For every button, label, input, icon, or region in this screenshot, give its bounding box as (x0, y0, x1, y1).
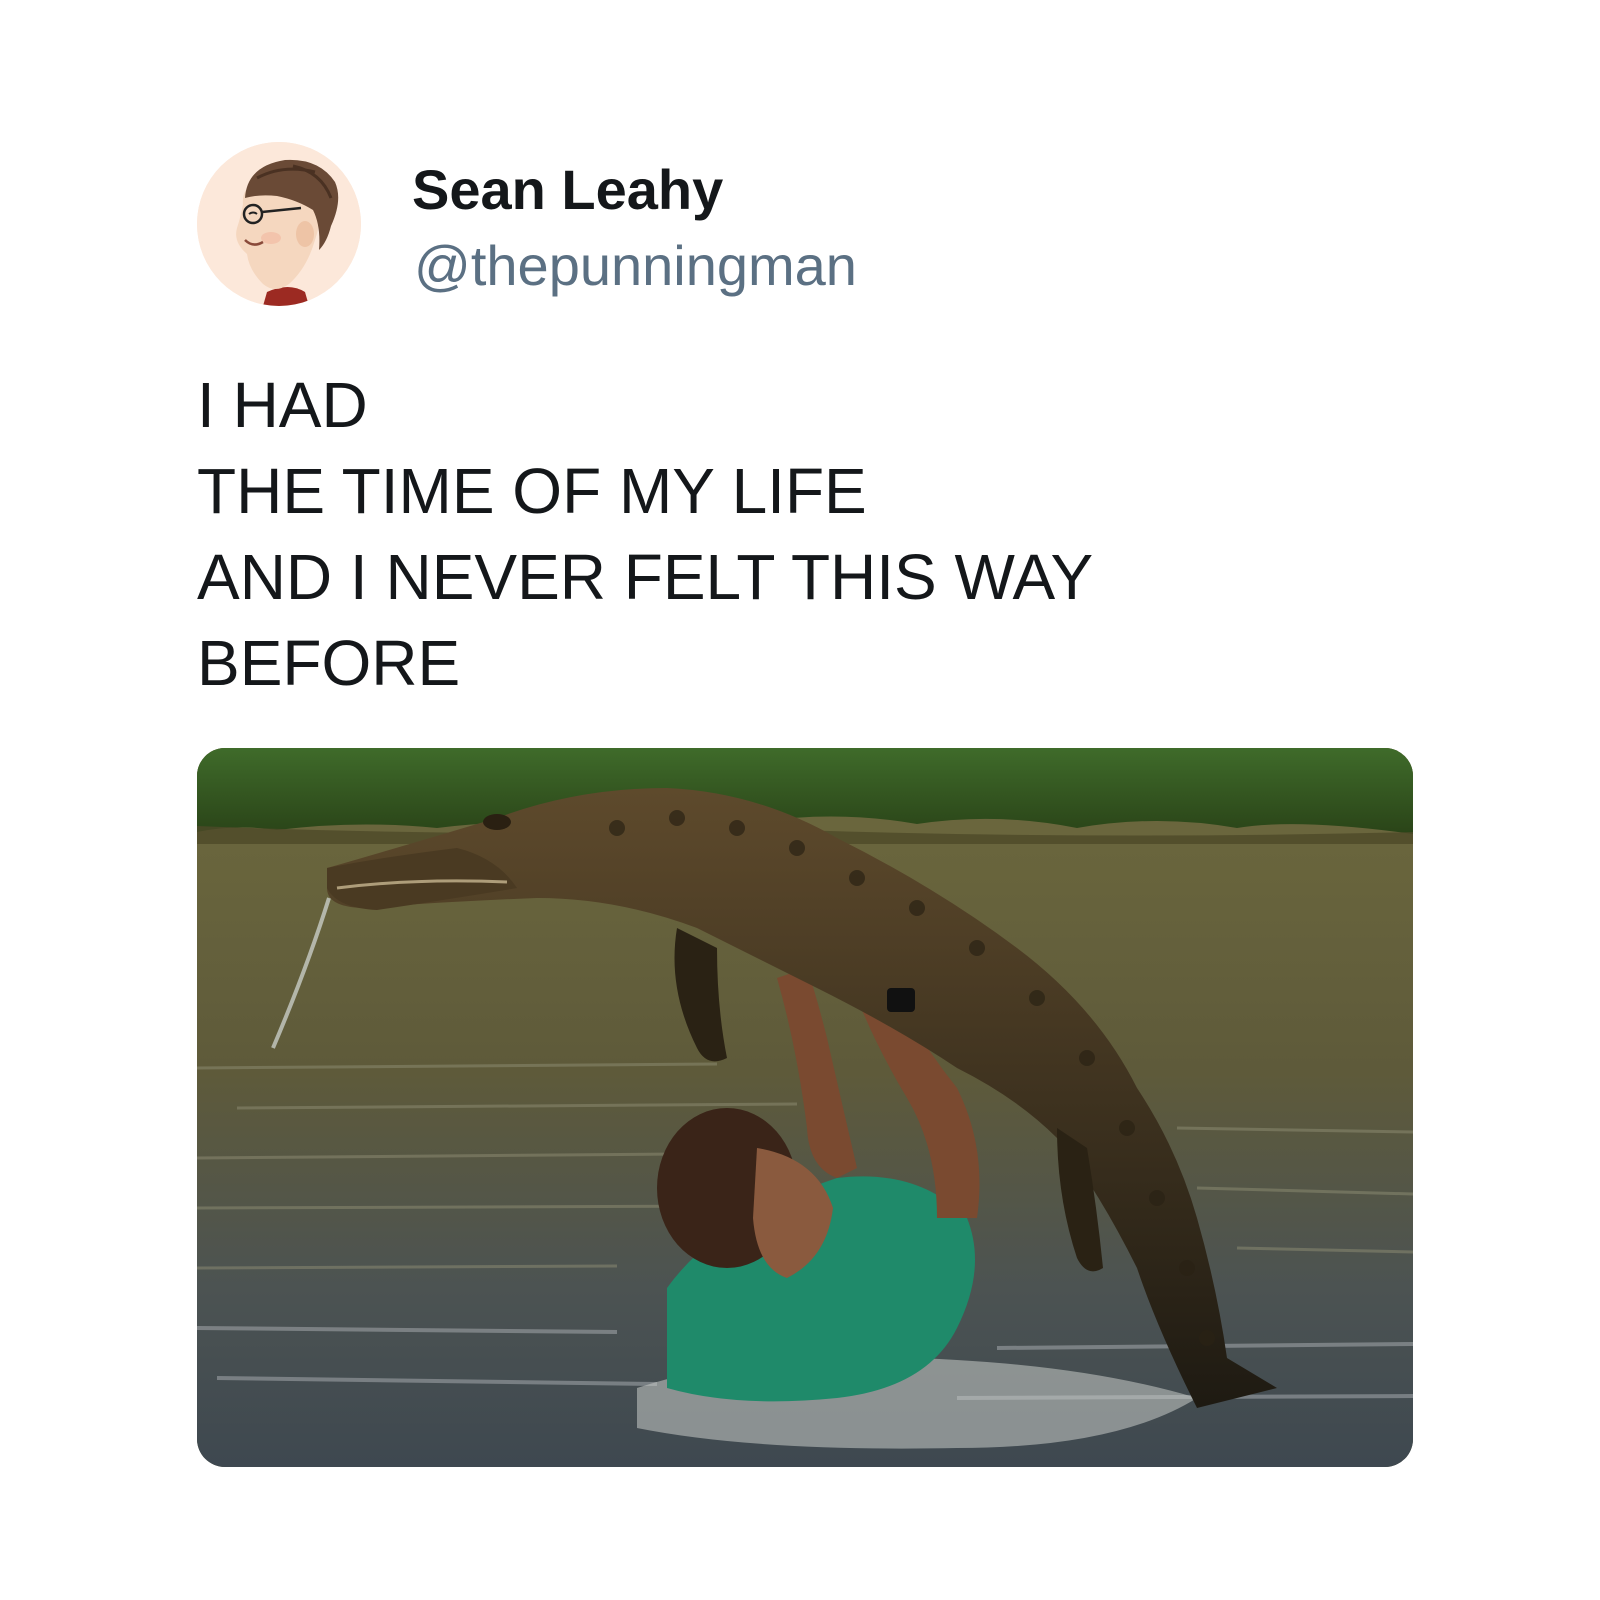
user-handle[interactable]: @thepunningman (414, 234, 857, 298)
tweet-media[interactable] (197, 748, 1413, 1467)
tweet-text-line: AND I NEVER FELT THIS WAY (197, 541, 1094, 613)
tweet-card: Sean Leahy @thepunningman I HAD THE TIME… (0, 0, 1600, 1600)
cartoon-portrait-avatar-icon (197, 142, 361, 306)
tweet-text: I HAD THE TIME OF MY LIFE AND I NEVER FE… (197, 362, 1417, 706)
tweet-text-line: BEFORE (197, 627, 461, 699)
man-lifting-alligator-in-river-photo-icon (197, 748, 1413, 1467)
avatar[interactable] (197, 142, 361, 306)
tweet-text-line: I HAD (197, 369, 368, 441)
display-name[interactable]: Sean Leahy (412, 158, 723, 222)
tweet-text-line: THE TIME OF MY LIFE (197, 455, 867, 527)
